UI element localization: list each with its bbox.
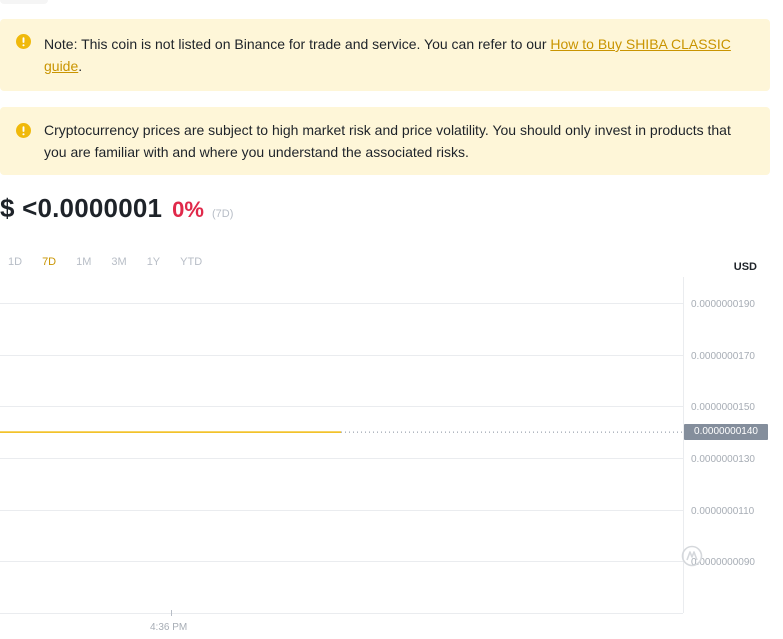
warning-icon bbox=[16, 34, 31, 49]
listing-notice-text: Note: This coin is not listed on Binance… bbox=[44, 36, 551, 52]
price-value: $ <0.0000001 bbox=[0, 193, 163, 223]
range-tab-ytd[interactable]: YTD bbox=[180, 256, 202, 268]
currency-label: USD bbox=[733, 261, 757, 273]
y-tick-label: 0.0000000110 bbox=[691, 506, 755, 517]
listing-notice-end: . bbox=[78, 58, 83, 74]
price-chart-svg: 0.0000000190 0.0000000170 0.0000000150 0.00… bbox=[0, 277, 755, 616]
risk-notice: Cryptocurrency prices are subject to hig… bbox=[0, 107, 770, 175]
range-tab-1y[interactable]: 1Y bbox=[147, 256, 160, 268]
range-tab-7d[interactable]: 7D bbox=[42, 256, 56, 268]
price-chart: 0.0000000190 0.0000000170 0.0000000150 0.00… bbox=[0, 277, 783, 639]
range-tabs: 1D 7D 1M 3M 1Y YTD bbox=[8, 256, 222, 268]
range-tab-3m[interactable]: 3M bbox=[111, 256, 126, 268]
watermark-logo-icon bbox=[681, 545, 703, 567]
range-tab-1m[interactable]: 1M bbox=[76, 256, 91, 268]
price-change: 0% bbox=[172, 197, 204, 222]
risk-notice-text: Cryptocurrency prices are subject to hig… bbox=[44, 122, 731, 160]
current-price-tag: 0.0000000140 bbox=[684, 424, 768, 441]
range-tab-1d[interactable]: 1D bbox=[8, 256, 22, 268]
price-summary: $ <0.0000001 0% (7D) bbox=[0, 193, 233, 229]
y-tick-label: 0.0000000190 bbox=[691, 299, 755, 310]
y-tick-label: 0.0000000150 bbox=[691, 402, 755, 413]
x-axis-tick-label: 4:36 PM bbox=[150, 622, 188, 633]
listing-notice: Note: This coin is not listed on Binance… bbox=[0, 19, 770, 91]
price-change-period: (7D) bbox=[211, 208, 234, 220]
top-tab-indicator bbox=[0, 0, 48, 4]
y-tick-label: 0.0000000170 bbox=[691, 351, 755, 362]
warning-icon bbox=[16, 123, 31, 138]
y-tick-label: 0.0000000130 bbox=[691, 454, 755, 465]
